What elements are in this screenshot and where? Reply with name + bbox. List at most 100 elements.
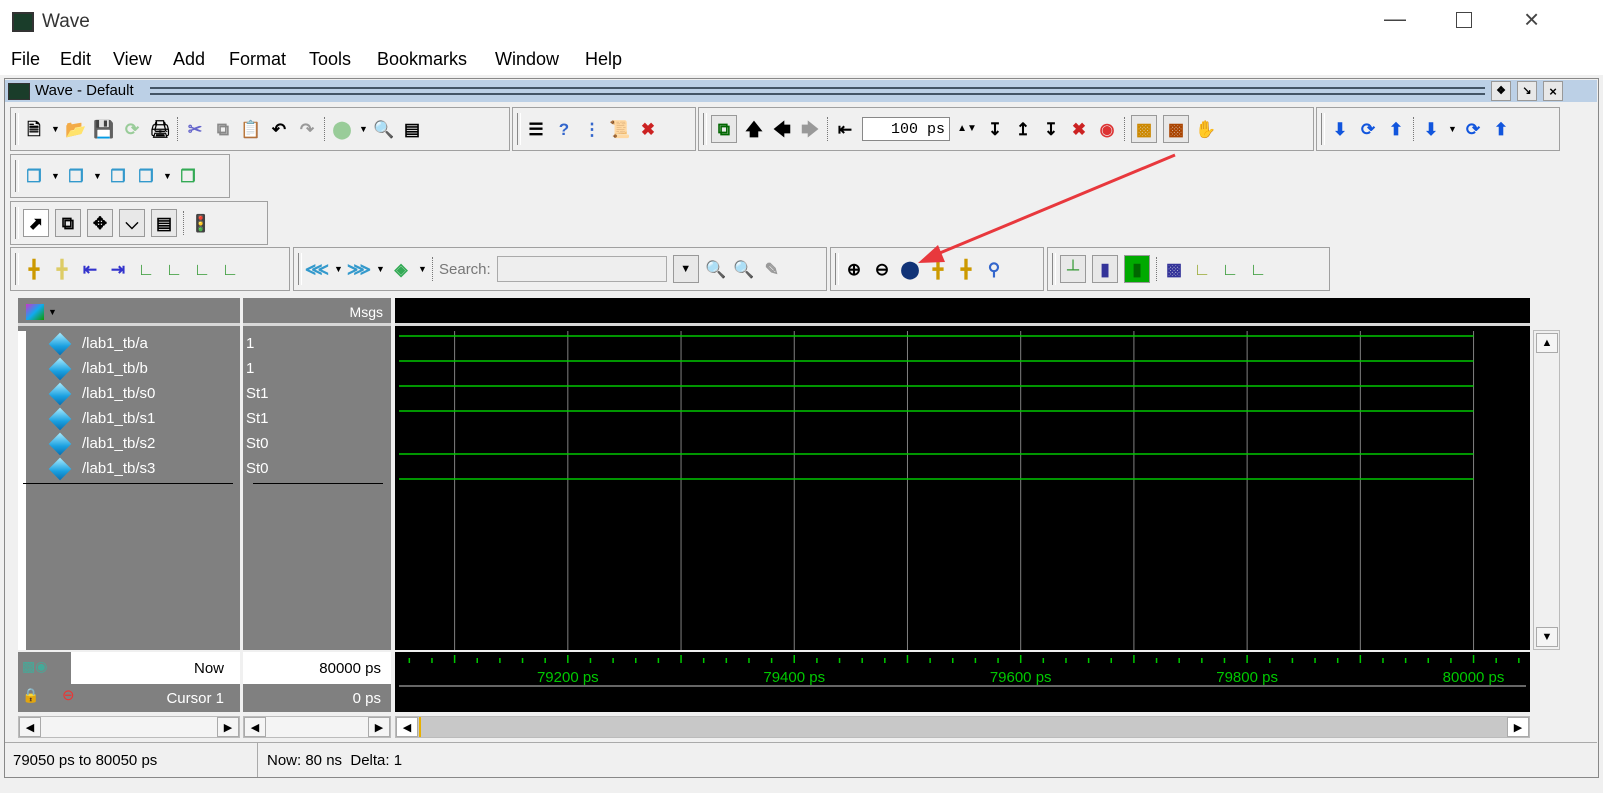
dock-button[interactable]: ↘ [1517,81,1537,101]
rise-edge-icon[interactable]: ∟ [191,258,213,280]
layers-icon[interactable]: ☰ [525,118,547,140]
goto-bookmark-icon[interactable]: ❐ [177,165,199,187]
right-arrow-icon[interactable]: 🡆 [799,118,821,140]
reload-icon[interactable]: ⟳ [121,118,143,140]
delete-icon[interactable]: ✖ [637,118,659,140]
step-over-2-icon[interactable]: ⟳ [1462,118,1484,140]
fall-edge-icon[interactable]: ∟ [219,258,241,280]
cursor-mode-icon[interactable]: ⌵ [119,209,145,237]
menu-tools[interactable]: Tools [309,49,351,70]
value-hscrollbar[interactable]: ◀ ▶ [243,716,391,738]
edit-bookmark-icon[interactable]: ❐ [107,165,129,187]
prev-edge-icon[interactable]: ∟ [135,258,157,280]
run-length-input[interactable] [862,117,950,141]
waveform-pane[interactable] [395,298,1530,650]
remove-bookmark-icon[interactable]: ❐ [65,165,87,187]
find-next-icon[interactable]: 🔍 [733,258,755,280]
left-arrow-icon[interactable]: 🡄 [771,118,793,140]
menu-format[interactable]: Format [229,49,286,70]
zoom-last-icon[interactable]: ⚲ [983,258,1005,280]
spinner-icon[interactable]: ▲▼ [956,118,978,140]
cut-icon[interactable]: ✂ [184,118,206,140]
step-out-2-icon[interactable]: ⬆ [1490,118,1512,140]
add-bookmark-icon[interactable]: ❐ [23,165,45,187]
edge-3-icon[interactable]: ∟ [1247,258,1269,280]
add-cursor-icon[interactable]: ╋ [23,258,45,280]
continue-icon[interactable]: ↥ [1012,118,1034,140]
scroll-up-button[interactable]: ▲ [1536,333,1558,353]
signal-row[interactable]: /lab1_tb/s3 [18,456,155,481]
run-icon[interactable]: ↧ [984,118,1006,140]
remove-cursor-icon[interactable]: ⊖ [62,686,75,704]
save-icon[interactable]: 💾 [93,118,115,140]
pattern-icon[interactable]: ▩ [1163,258,1185,280]
break-icon[interactable]: ⬤ [331,118,353,140]
expand-all-icon[interactable]: ◈ [390,258,412,280]
performance-icon[interactable]: ▩ [1131,115,1157,143]
signal-row[interactable]: /lab1_tb/s0 [18,381,155,406]
menu-window[interactable]: Window [495,49,559,70]
run-all-icon[interactable]: ↧ [1040,118,1062,140]
scroll-down-button[interactable]: ▼ [1536,627,1558,647]
find-prev-icon[interactable]: 🔍 [705,258,727,280]
close-subwindow-button[interactable]: × [1543,81,1563,101]
expand-right-icon[interactable]: ⋙ [347,258,371,280]
timeline-ruler[interactable]: 79200 ps 79400 ps 79600 ps 79800 ps 80000 ps [395,652,1530,712]
menu-view[interactable]: View [113,49,152,70]
zoom-out-icon[interactable]: ⊖ [871,258,893,280]
step-over-icon[interactable]: ⟳ [1357,118,1379,140]
traffic-light-icon[interactable]: 🚦 [190,212,212,234]
signal-row[interactable]: /lab1_tb/s1 [18,406,155,431]
close-button[interactable]: × [1524,4,1539,35]
step-into-icon[interactable]: ⬇ [1329,118,1351,140]
maximize-button[interactable] [1456,12,1472,28]
lock-icon[interactable]: 🔒 [22,687,39,704]
paste-icon[interactable]: 📋 [240,118,262,140]
up-arrow-icon[interactable]: 🡅 [743,118,765,140]
filter-dropdown-icon[interactable]: ▼ [48,307,57,317]
new-file-icon[interactable]: 🗎 [23,118,45,140]
now-icons[interactable]: ▩◉ [22,658,47,675]
menu-edit[interactable]: Edit [60,49,91,70]
select-mode-icon[interactable]: ⬈ [23,209,49,237]
find-options-icon[interactable]: ✎ [761,258,783,280]
menu-bookmarks[interactable]: Bookmarks [377,49,467,70]
search-dropdown-icon[interactable]: ▼ [672,255,699,283]
stop-icon[interactable]: ◉ [1096,118,1118,140]
search-input[interactable] [496,256,667,282]
undock-button[interactable]: ❖ [1491,81,1511,101]
name-hscrollbar[interactable]: ◀ ▶ [18,716,240,738]
wave-filter-icon[interactable] [26,304,44,320]
signal-row[interactable]: /lab1_tb/b [18,356,148,381]
menu-add[interactable]: Add [173,49,205,70]
signal-row[interactable]: /lab1_tb/a [18,331,148,356]
zoom-in-icon[interactable]: ⊕ [843,258,865,280]
zoom-cursors-icon[interactable]: ╋ [955,258,977,280]
step-into-dd-icon[interactable]: ⬇ [1420,118,1442,140]
step-out-icon[interactable]: ⬆ [1385,118,1407,140]
save-bookmark-icon[interactable]: ❐ [135,165,157,187]
open-folder-icon[interactable]: 📂 [65,118,87,140]
edit-mode-icon[interactable]: ▤ [151,209,177,237]
format-full-icon[interactable]: ▮ [1124,255,1150,283]
signal-row[interactable]: /lab1_tb/s2 [18,431,155,456]
delete-cursor-icon[interactable]: ╋ [51,258,73,280]
zoom-mode-icon[interactable]: ⧉ [55,209,81,237]
report-icon[interactable]: 📜 [609,118,631,140]
break-stop-icon[interactable]: ✖ [1068,118,1090,140]
zoom-full-icon[interactable]: ⬤ [899,258,921,280]
collapse-icon[interactable]: ▤ [401,118,423,140]
minimize-button[interactable]: — [1384,6,1406,32]
undo-icon[interactable]: ↶ [268,118,290,140]
next-cursor-icon[interactable]: ⇥ [107,258,129,280]
help-icon[interactable]: ? [553,118,575,140]
link-icon[interactable]: ⧉ [711,115,737,143]
next-edge-icon[interactable]: ∟ [163,258,185,280]
edge-2-icon[interactable]: ∟ [1219,258,1241,280]
menu-file[interactable]: File [11,49,40,70]
zoom-cursor-icon[interactable]: ╋ [927,258,949,280]
vertical-scrollbar[interactable]: ▲ ▼ [1533,330,1560,650]
copy-icon[interactable]: ⧉ [212,118,234,140]
expand-left-icon[interactable]: ⋘ [305,258,329,280]
find-icon[interactable]: 🔍 [373,118,395,140]
